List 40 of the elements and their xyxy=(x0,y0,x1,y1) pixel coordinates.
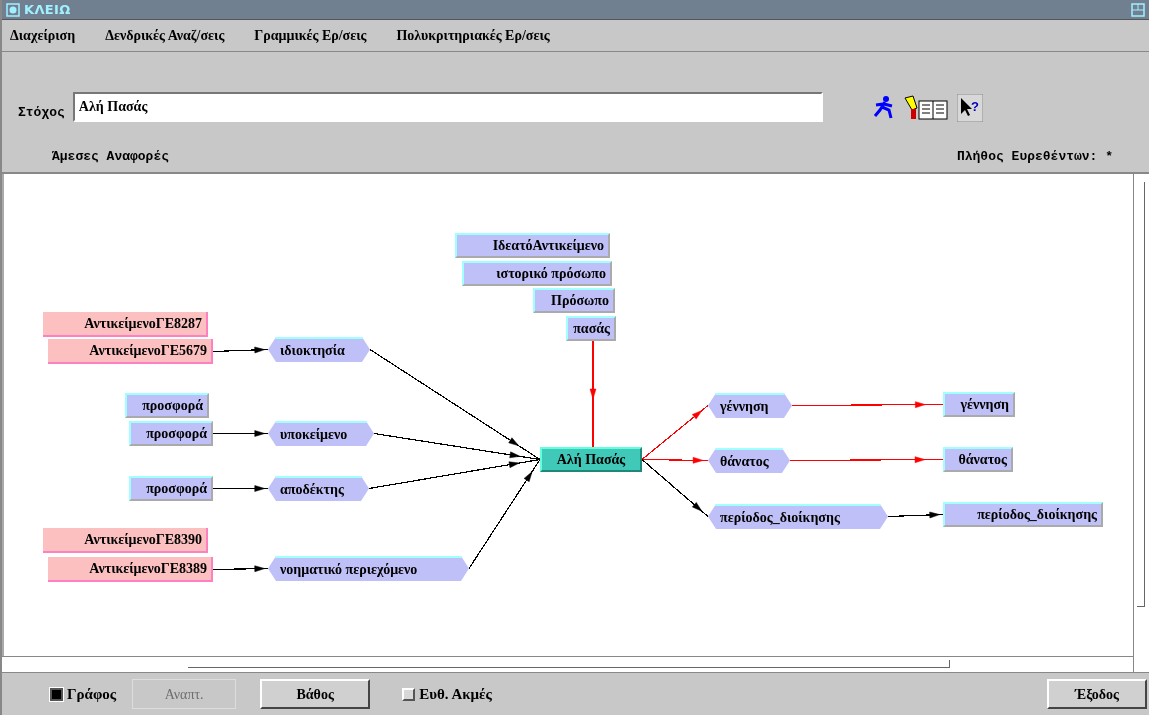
target-input-field[interactable]: Αλή Πασάς xyxy=(72,92,823,122)
menu-item[interactable]: Γραμμικές Ερ/σεις xyxy=(254,25,367,46)
relation-node[interactable]: περίοδος_διοίκησης xyxy=(708,504,888,529)
target-label: Στόχος xyxy=(18,103,65,122)
menu-item[interactable]: Πολυκριτηριακές Ερ/σεις xyxy=(396,25,550,46)
window-title: ΚΛΕΙΩ xyxy=(24,0,71,19)
menu-item[interactable]: Δενδρικές Αναζ/σεις xyxy=(105,25,225,46)
entity-node[interactable]: ΑντικείμενοΓΕ8287 xyxy=(43,312,208,337)
entity-node[interactable]: ΑντικείμενοΓΕ8389 xyxy=(48,557,213,582)
class-node[interactable]: ιστορικό πρόσωπο xyxy=(462,261,612,286)
section-title: Άμεσες Αναφορές xyxy=(52,147,170,166)
window-menu-icon[interactable] xyxy=(6,2,20,17)
relation-node[interactable]: υποκείμενο xyxy=(268,421,374,446)
relation-node[interactable]: ιδιοκτησία xyxy=(268,337,370,362)
class-node[interactable]: γέννηση xyxy=(943,392,1015,417)
focus-node[interactable]: Αλή Πασάς xyxy=(540,447,642,472)
class-node[interactable]: πασάς xyxy=(566,316,616,341)
help-pointer-icon[interactable]: ? xyxy=(956,94,983,122)
graph-checkbox[interactable]: Γράφος xyxy=(50,682,117,706)
class-node[interactable]: Πρόσωπο xyxy=(533,288,615,313)
class-node[interactable]: ΙδεατόΑντικείμενο xyxy=(455,233,610,258)
class-node[interactable]: θάνατος xyxy=(943,447,1013,472)
class-node[interactable]: προσφορά xyxy=(125,393,209,418)
relation-node[interactable]: γέννηση xyxy=(708,393,792,418)
entity-node[interactable]: ΑντικείμενοΓΕ5679 xyxy=(48,339,213,364)
class-node[interactable]: περίοδος_διοίκησης xyxy=(943,502,1103,527)
entity-node[interactable]: ΑντικείμενοΓΕ8390 xyxy=(43,528,208,553)
flashlight-book-icon[interactable] xyxy=(902,94,949,122)
relation-node[interactable]: αποδέκτης xyxy=(268,476,369,501)
depth-button[interactable]: Βάθος xyxy=(260,679,371,709)
relation-node[interactable]: θάνατος xyxy=(708,448,790,473)
direct-edges-checkbox[interactable]: Ευθ. Ακμές xyxy=(402,682,492,706)
class-node[interactable]: προσφορά xyxy=(129,421,213,446)
result-count: Πλήθος Ευρεθέντων: * xyxy=(956,147,1113,166)
exit-button[interactable]: Έξοδος xyxy=(1047,679,1147,709)
maximize-icon[interactable] xyxy=(1131,2,1145,17)
checkbox[interactable] xyxy=(50,687,63,701)
relation-node[interactable]: νοηματικό περιεχόμενο xyxy=(268,556,469,581)
menu-item[interactable]: Διαχείριση xyxy=(10,25,76,46)
class-node[interactable]: προσφορά xyxy=(129,476,213,501)
